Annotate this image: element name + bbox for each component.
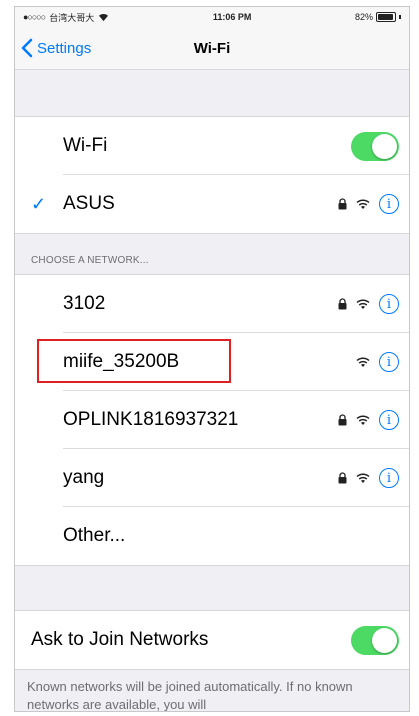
status-bar: ●○○○○ 台湾大哥大 11:06 PM 82% (15, 7, 409, 27)
ask-to-join-group: Ask to Join Networks (15, 610, 409, 670)
connected-network-row[interactable]: ✓ ASUS i (15, 175, 409, 233)
ask-to-join-label: Ask to Join Networks (31, 629, 209, 650)
battery-indicator: 82% (355, 12, 401, 22)
network-row[interactable]: 3102 i (15, 275, 409, 333)
chevron-left-icon (21, 38, 33, 58)
network-name: miife_35200B (63, 351, 180, 372)
wifi-status-icon (99, 13, 109, 21)
connected-network-name: ASUS (63, 193, 115, 214)
status-left: ●○○○○ 台湾大哥大 (23, 11, 109, 24)
phone-screen: ●○○○○ 台湾大哥大 11:06 PM 82% Settings Wi-Fi … (14, 6, 410, 712)
carrier-name: 台湾大哥大 (49, 12, 95, 23)
wifi-label: Wi-Fi (63, 135, 108, 156)
lock-icon (338, 414, 347, 426)
wifi-signal-icon (356, 472, 370, 483)
lock-icon (338, 298, 347, 310)
network-name: 3102 (63, 293, 106, 314)
other-network-row[interactable]: Other... (15, 507, 409, 565)
info-icon[interactable]: i (379, 294, 399, 314)
battery-percent: 82% (354, 12, 373, 22)
back-label: Settings (37, 39, 92, 57)
navigation-bar: Settings Wi-Fi (15, 27, 409, 70)
info-icon[interactable]: i (379, 468, 399, 488)
checkmark-icon: ✓ (31, 193, 47, 214)
wifi-signal-icon (356, 356, 370, 367)
wifi-signal-icon (356, 198, 370, 209)
network-name: OPLINK1816937321 (63, 409, 239, 430)
network-row[interactable]: miife_35200B i (15, 333, 409, 391)
info-icon[interactable]: i (379, 352, 399, 372)
networks-list: 3102 i miife_35200B i OPLINK1816937321 i (15, 274, 409, 566)
info-icon[interactable]: i (379, 194, 399, 214)
ask-to-join-toggle[interactable] (351, 625, 399, 655)
status-time: 11:06 PM (212, 12, 252, 22)
wifi-toggle[interactable] (351, 131, 399, 161)
network-row[interactable]: yang i (15, 449, 409, 507)
wifi-signal-icon (356, 298, 370, 309)
other-label: Other... (63, 525, 126, 546)
battery-icon (376, 12, 396, 22)
footer-description: Known networks will be joined automatica… (27, 679, 353, 712)
network-row[interactable]: OPLINK1816937321 i (15, 391, 409, 449)
lock-icon (338, 198, 347, 210)
ask-to-join-row: Ask to Join Networks (15, 611, 409, 669)
wifi-signal-icon (356, 414, 370, 425)
wifi-group: Wi-Fi ✓ ASUS i (15, 116, 409, 234)
section-header: CHOOSE A NETWORK... (31, 255, 149, 266)
back-button[interactable]: Settings (21, 27, 91, 69)
network-name: yang (63, 467, 105, 488)
signal-dots-icon: ●○○○○ (23, 12, 46, 22)
lock-icon (338, 472, 347, 484)
info-icon[interactable]: i (379, 410, 399, 430)
wifi-toggle-row: Wi-Fi (15, 117, 409, 175)
